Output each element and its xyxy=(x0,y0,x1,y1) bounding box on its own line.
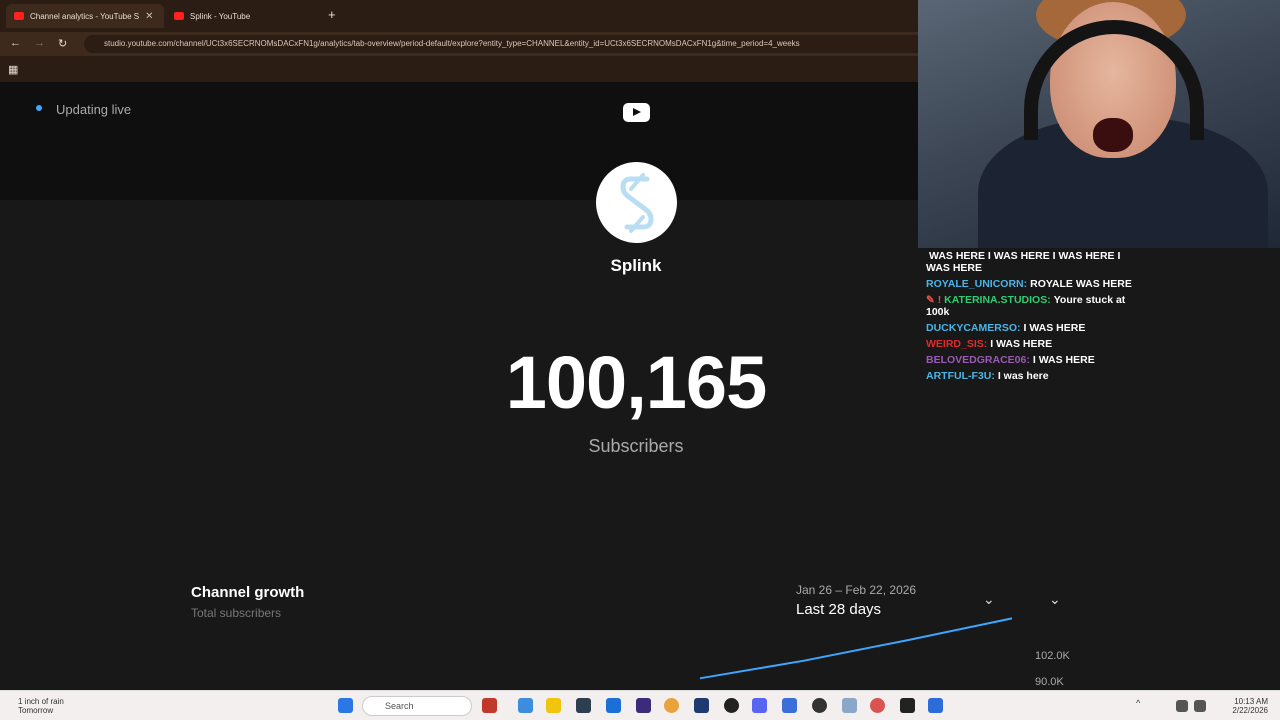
chat-text: I WAS HERE xyxy=(1032,354,1095,366)
chat-message: WAS HERE I WAS HERE I WAS HERE I WAS HER… xyxy=(926,250,1136,274)
chat-username: ROYALE_UNICORN: xyxy=(926,278,1028,290)
windows-taskbar: 1 inch of rain Tomorrow Search ^ 10:13 A… xyxy=(0,690,1280,720)
weather-line-2: Tomorrow xyxy=(18,706,54,715)
y-tick-label: 90.0K xyxy=(1035,676,1064,688)
obs-icon[interactable] xyxy=(812,698,827,713)
taskbar-app-icon[interactable] xyxy=(576,698,591,713)
chat-text: I WAS HERE xyxy=(1023,322,1086,334)
chat-username: WEIRD_SIS: xyxy=(926,338,988,350)
taskbar-app-icon[interactable] xyxy=(870,698,885,713)
tab-channel-analytics[interactable]: Channel analytics - YouTube S ✕ xyxy=(6,4,164,28)
weather-widget[interactable]: 1 inch of rain Tomorrow xyxy=(18,697,64,715)
chat-message: DUCKYCAMERSO: I WAS HERE xyxy=(926,322,1136,334)
taskbar-app-icon[interactable] xyxy=(482,698,497,713)
streamer-webcam xyxy=(918,0,1280,248)
clock-time: 10:13 AM xyxy=(1234,697,1268,706)
close-tab-icon[interactable]: ✕ xyxy=(145,11,153,22)
apps-grid-icon[interactable]: ▦ xyxy=(8,63,18,76)
tab-label: Splink - YouTube xyxy=(190,11,251,21)
taskbar-app-icon[interactable] xyxy=(782,698,797,713)
chat-username: ARTFUL-F3U: xyxy=(926,370,995,382)
chat-message: ROYALE_UNICORN: ROYALE WAS HERE xyxy=(926,278,1136,290)
chat-message: ARTFUL-F3U: I was here xyxy=(926,370,1136,382)
chat-username: BELOVEDGRACE06: xyxy=(926,354,1030,366)
chat-text: I was here xyxy=(997,370,1049,382)
chat-username: DUCKYCAMERSO: xyxy=(926,322,1021,334)
youtube-favicon-icon xyxy=(174,12,184,20)
chat-text: ROYALE WAS HERE xyxy=(1030,278,1132,290)
chat-message: ✎ ! KATERINA.STUDIOS: Youre stuck at 100k xyxy=(926,294,1136,318)
new-tab-button[interactable]: + xyxy=(328,7,336,22)
forward-icon[interactable]: → xyxy=(34,37,45,49)
reload-icon[interactable]: ↻ xyxy=(58,37,67,50)
weather-line-1: 1 inch of rain xyxy=(18,697,64,706)
tab-splink-youtube[interactable]: Splink - YouTube ✕ xyxy=(166,4,318,28)
chat-username: KATERINA.STUDIOS: xyxy=(944,294,1051,306)
taskbar-app-icon[interactable] xyxy=(518,698,533,713)
discord-icon[interactable] xyxy=(752,698,767,713)
volume-icon[interactable] xyxy=(1194,700,1206,712)
start-menu-icon[interactable] xyxy=(338,698,353,713)
file-explorer-icon[interactable] xyxy=(546,698,561,713)
chat-message: WEIRD_SIS: I WAS HERE xyxy=(926,338,1136,350)
tray-chevron-icon[interactable]: ^ xyxy=(1136,698,1146,713)
chat-text: I WAS HERE xyxy=(990,338,1053,350)
webcam-mouth xyxy=(1093,118,1133,152)
network-icon[interactable] xyxy=(1176,700,1188,712)
taskbar-app-icon[interactable] xyxy=(928,698,943,713)
photoshop-icon[interactable] xyxy=(694,698,709,713)
y-tick-label: 102.0K xyxy=(1035,650,1070,662)
chrome-icon[interactable] xyxy=(664,698,679,713)
system-clock[interactable]: 10:13 AM 2/22/2026 xyxy=(1212,697,1268,715)
taskbar-search-input[interactable]: Search xyxy=(362,696,472,716)
chat-text: WAS HERE I WAS HERE I WAS HERE I WAS HER… xyxy=(926,250,1121,274)
chart-series-line xyxy=(699,617,1013,680)
taskbar-app-icon[interactable] xyxy=(606,698,621,713)
chat-message: BELOVEDGRACE06: I WAS HERE xyxy=(926,354,1136,366)
stream-chat: WAS HERE I WAS HERE I WAS HERE I WAS HER… xyxy=(926,250,1136,386)
back-icon[interactable]: ← xyxy=(10,37,21,49)
youtube-favicon-icon xyxy=(14,12,24,20)
taskbar-app-icon[interactable] xyxy=(842,698,857,713)
clock-date: 2/22/2026 xyxy=(1232,706,1268,715)
taskbar-app-icon[interactable] xyxy=(900,698,915,713)
taskbar-app-icon[interactable] xyxy=(724,698,739,713)
pencil-badge-icon: ✎ ! xyxy=(926,294,945,306)
tab-label: Channel analytics - YouTube S xyxy=(30,11,140,21)
search-placeholder: Search xyxy=(385,701,414,711)
taskbar-app-icon[interactable] xyxy=(636,698,651,713)
url-text: studio.youtube.com/channel/UCt3x6SECRNOM… xyxy=(104,39,800,48)
